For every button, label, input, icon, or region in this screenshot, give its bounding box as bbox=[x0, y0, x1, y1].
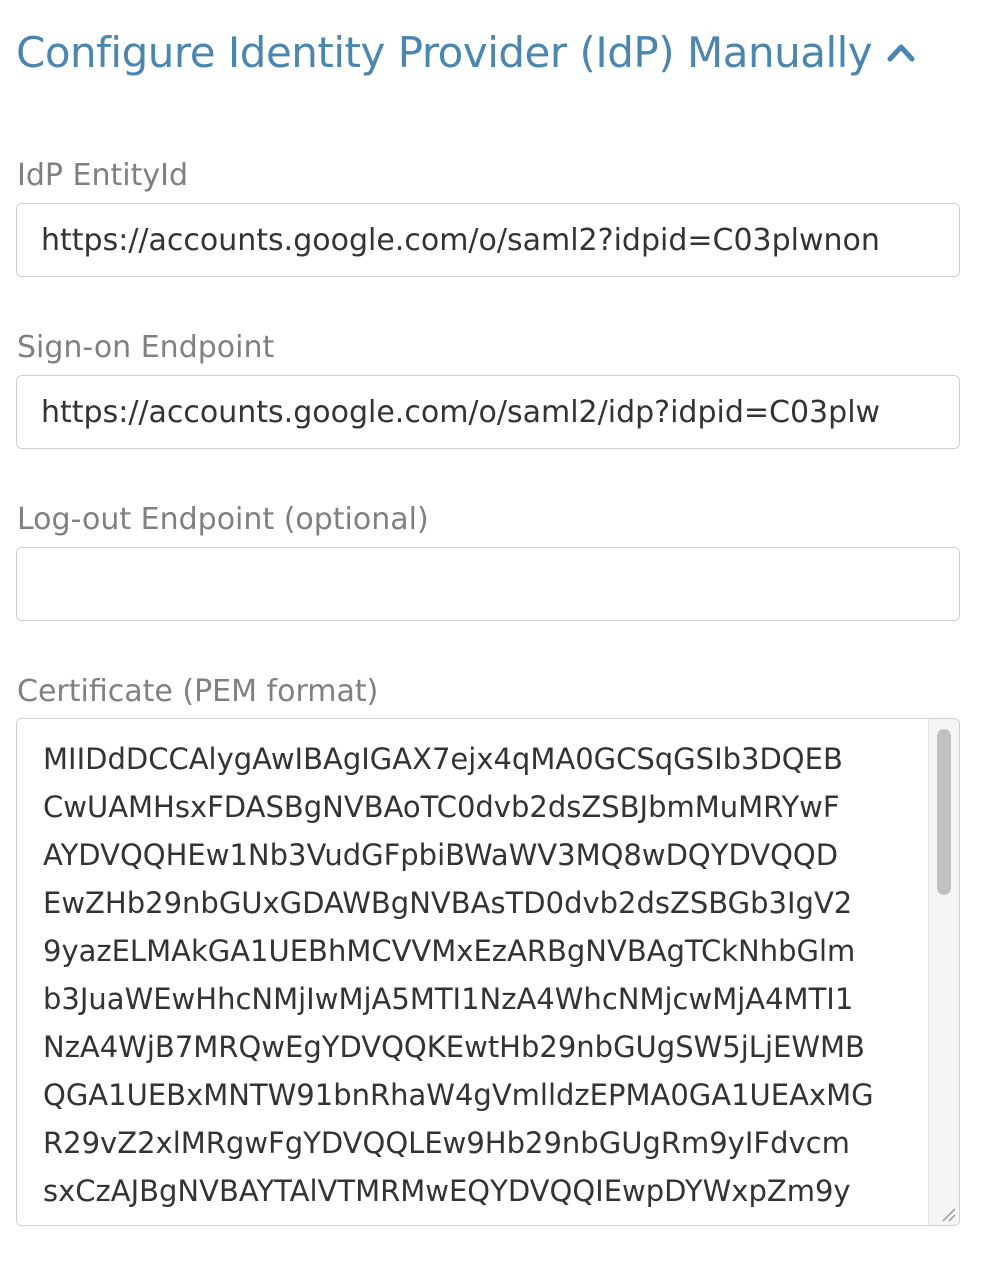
section-title: Configure Identity Provider (IdP) Manual… bbox=[16, 27, 873, 77]
scrollbar-track[interactable] bbox=[928, 719, 959, 1225]
certificate-text[interactable]: MIIDdDCCAlygAwIBAgIGAX7ejx4qMA0GCSqGSIb3… bbox=[17, 719, 929, 1225]
section-header-toggle[interactable]: Configure Identity Provider (IdP) Manual… bbox=[16, 24, 916, 80]
log-out-endpoint-label: Log-out Endpoint (optional) bbox=[17, 502, 429, 537]
certificate-label: Certificate (PEM format) bbox=[17, 674, 379, 709]
log-out-endpoint-input[interactable] bbox=[16, 547, 960, 621]
idp-entityid-input[interactable] bbox=[16, 203, 960, 277]
sign-on-endpoint-input[interactable] bbox=[16, 375, 960, 449]
resize-handle-icon[interactable] bbox=[937, 1203, 957, 1223]
certificate-textarea[interactable]: MIIDdDCCAlygAwIBAgIGAX7ejx4qMA0GCSqGSIb3… bbox=[16, 718, 960, 1226]
sign-on-endpoint-label: Sign-on Endpoint bbox=[17, 330, 275, 365]
scrollbar-thumb[interactable] bbox=[937, 729, 951, 895]
idp-entityid-label: IdP EntityId bbox=[17, 158, 188, 193]
chevron-up-icon[interactable] bbox=[886, 41, 916, 63]
